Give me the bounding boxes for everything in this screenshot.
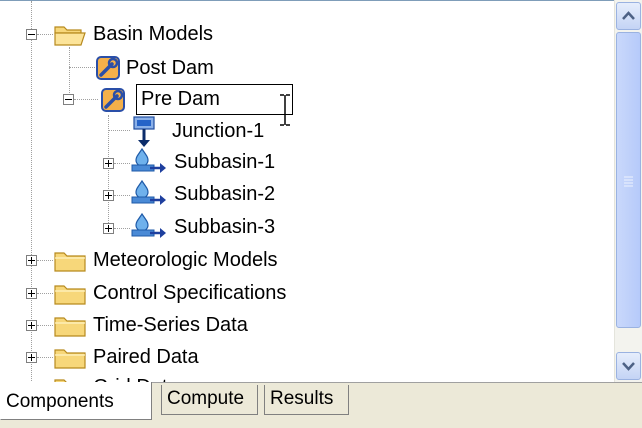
tree-item-label[interactable]: Junction-1 bbox=[172, 118, 264, 144]
tab-components[interactable]: Components bbox=[0, 382, 152, 420]
watershed-explorer-tree[interactable]: Basin Models Post Dam Pre Dam Junction-1 bbox=[0, 0, 614, 383]
grip-icon bbox=[624, 176, 633, 187]
expand-toggle[interactable] bbox=[103, 223, 114, 234]
tree-line bbox=[37, 260, 53, 261]
folder-icon bbox=[54, 252, 86, 272]
folder-icon bbox=[54, 317, 86, 337]
tree-line bbox=[37, 325, 53, 326]
basin-model-icon bbox=[96, 56, 120, 80]
scroll-up-button[interactable] bbox=[616, 2, 641, 30]
tree-item-label[interactable]: Subbasin-3 bbox=[174, 214, 275, 240]
folder-icon bbox=[54, 285, 86, 305]
tree-line bbox=[69, 67, 97, 68]
basin-model-icon bbox=[101, 88, 125, 112]
tree-item-label[interactable]: Control Specifications bbox=[93, 280, 286, 306]
chevron-up-icon bbox=[622, 11, 635, 20]
tree-line bbox=[114, 228, 130, 229]
expand-toggle[interactable] bbox=[26, 288, 37, 299]
tree-item-label[interactable]: Paired Data bbox=[93, 344, 199, 370]
tree-line bbox=[74, 99, 98, 100]
tree-item-label[interactable]: Time-Series Data bbox=[93, 312, 248, 338]
subbasin-icon bbox=[131, 147, 166, 173]
vertical-scrollbar[interactable] bbox=[614, 0, 642, 382]
scroll-down-button[interactable] bbox=[616, 352, 641, 380]
rename-input[interactable]: Pre Dam bbox=[136, 84, 293, 115]
tree-item-label[interactable]: Subbasin-2 bbox=[174, 181, 275, 207]
expand-toggle[interactable] bbox=[26, 255, 37, 266]
tab-results[interactable]: Results bbox=[264, 385, 349, 415]
tree-item-label[interactable]: Basin Models bbox=[93, 21, 213, 47]
junction-icon bbox=[133, 116, 155, 147]
tree-item-label[interactable]: Meteorologic Models bbox=[93, 247, 278, 273]
folder-open-icon bbox=[54, 26, 86, 46]
subbasin-icon bbox=[131, 212, 166, 238]
tree-item-label[interactable]: Post Dam bbox=[126, 55, 214, 81]
expand-toggle[interactable] bbox=[103, 190, 114, 201]
scroll-thumb[interactable] bbox=[616, 32, 641, 328]
rename-input-value: Pre Dam bbox=[141, 88, 220, 110]
folder-icon bbox=[54, 349, 86, 369]
tree-line bbox=[37, 293, 53, 294]
collapse-toggle[interactable] bbox=[63, 94, 74, 105]
subbasin-icon bbox=[131, 179, 166, 205]
tree-line bbox=[108, 130, 130, 131]
expand-toggle[interactable] bbox=[26, 352, 37, 363]
tab-bar: Components Compute Results bbox=[0, 382, 642, 428]
expand-toggle[interactable] bbox=[26, 320, 37, 331]
tab-compute[interactable]: Compute bbox=[161, 385, 258, 415]
tree-line bbox=[37, 34, 53, 35]
tree-line bbox=[108, 115, 109, 229]
tree-line bbox=[114, 163, 130, 164]
chevron-down-icon bbox=[622, 362, 635, 371]
expand-toggle[interactable] bbox=[103, 158, 114, 169]
collapse-toggle[interactable] bbox=[26, 29, 37, 40]
tree-line bbox=[37, 357, 53, 358]
text-cursor-icon bbox=[280, 94, 290, 126]
tree-item-label[interactable]: Subbasin-1 bbox=[174, 149, 275, 175]
tree-line bbox=[114, 195, 130, 196]
